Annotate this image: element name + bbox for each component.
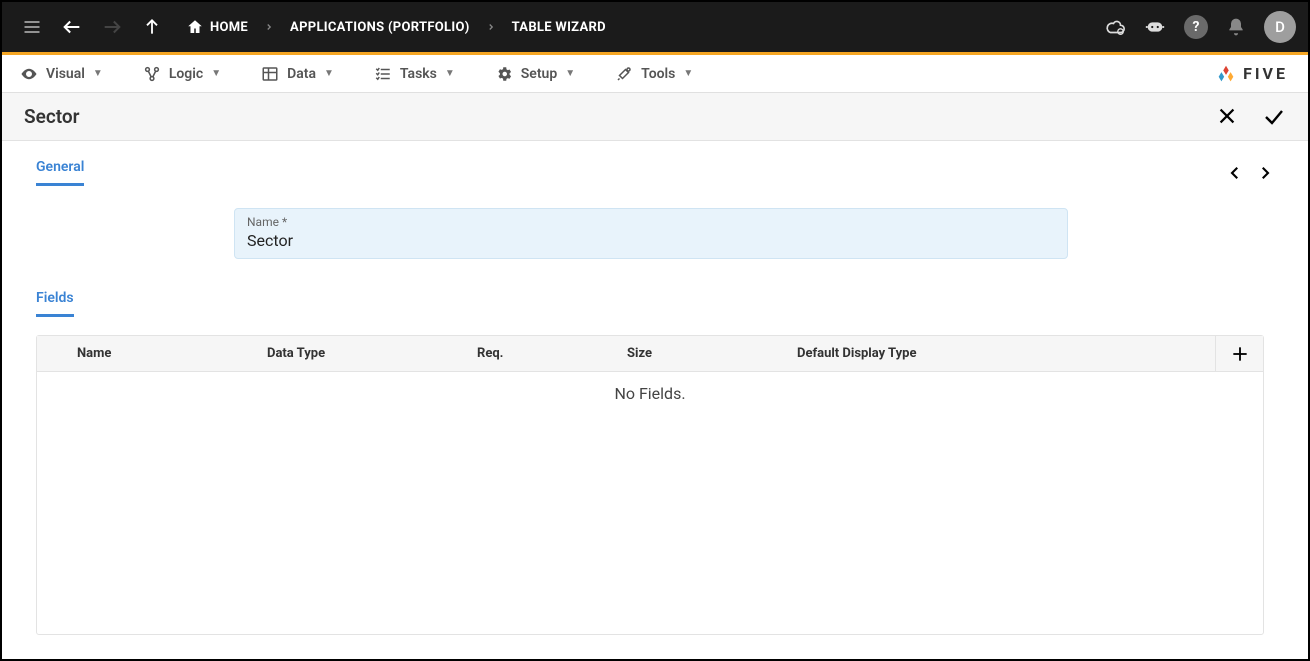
menu-data-label: Data — [287, 66, 316, 82]
tab-general[interactable]: General — [36, 159, 84, 186]
fields-table: Name Data Type Req. Size Default Display… — [36, 335, 1264, 635]
col-header-size: Size — [627, 346, 797, 361]
tab-general-label: General — [36, 159, 84, 175]
user-avatar[interactable]: D — [1264, 11, 1296, 43]
menu-tasks-label: Tasks — [400, 66, 437, 82]
tools-icon — [615, 65, 633, 83]
content-area: General Name * Sector Fields Name Data T… — [2, 141, 1308, 659]
general-form: Name * Sector — [36, 208, 1308, 259]
nav-forward-icon — [94, 9, 130, 45]
breadcrumb-home-label: HOME — [210, 20, 248, 35]
col-header-name: Name — [77, 346, 267, 361]
page-title-bar: Sector — [2, 93, 1308, 141]
menu-visual[interactable]: Visual ▼ — [20, 65, 103, 83]
breadcrumb-apps-label: APPLICATIONS (PORTFOLIO) — [290, 20, 470, 35]
col-header-req: Req. — [477, 346, 627, 361]
chevron-right-icon — [1256, 164, 1274, 182]
menu-setup[interactable]: Setup ▼ — [495, 65, 575, 83]
logic-icon — [143, 65, 161, 83]
chevron-down-icon: ▼ — [445, 68, 455, 79]
nav-up-icon[interactable] — [134, 9, 170, 45]
breadcrumb-tablewizard[interactable]: TABLE WIZARD — [504, 14, 614, 41]
col-header-datatype: Data Type — [267, 346, 477, 361]
menu-data[interactable]: Data ▼ — [261, 65, 334, 83]
brand-text: FIVE — [1243, 64, 1288, 83]
fields-empty-message: No Fields. — [37, 372, 1263, 403]
cloud-icon[interactable] — [1104, 16, 1126, 38]
name-field-value: Sector — [247, 231, 1055, 250]
hamburger-menu-icon[interactable] — [14, 9, 50, 45]
chevron-down-icon: ▼ — [324, 68, 334, 79]
chevron-down-icon: ▼ — [93, 68, 103, 79]
gear-icon — [495, 65, 513, 83]
chevron-left-icon — [1226, 164, 1244, 182]
confirm-button[interactable] — [1262, 105, 1286, 129]
name-field-label: Name * — [247, 215, 1055, 229]
menu-logic-label: Logic — [169, 66, 203, 82]
breadcrumb-home[interactable]: HOME — [178, 12, 256, 42]
fields-table-header: Name Data Type Req. Size Default Display… — [37, 336, 1263, 372]
menu-visual-label: Visual — [46, 66, 85, 82]
tasks-icon — [374, 65, 392, 83]
tab-fields-label: Fields — [36, 290, 74, 306]
breadcrumb-separator — [480, 22, 502, 32]
chat-bot-icon[interactable] — [1144, 16, 1166, 38]
table-icon — [261, 65, 279, 83]
help-icon[interactable]: ? — [1184, 15, 1208, 39]
menu-logic[interactable]: Logic ▼ — [143, 65, 221, 83]
menu-tasks[interactable]: Tasks ▼ — [374, 65, 455, 83]
name-field[interactable]: Name * Sector — [234, 208, 1068, 259]
col-header-display: Default Display Type — [797, 346, 1215, 361]
breadcrumb-separator — [258, 22, 280, 32]
top-bar: HOME APPLICATIONS (PORTFOLIO) TABLE WIZA… — [2, 2, 1308, 52]
close-icon — [1216, 105, 1238, 127]
home-icon — [186, 18, 204, 36]
chevron-down-icon: ▼ — [211, 68, 221, 79]
breadcrumb: HOME APPLICATIONS (PORTFOLIO) TABLE WIZA… — [178, 12, 614, 42]
tab-next-button[interactable] — [1256, 164, 1274, 182]
chevron-down-icon: ▼ — [565, 68, 575, 79]
tab-prev-button[interactable] — [1226, 164, 1244, 182]
page-title: Sector — [24, 105, 79, 128]
breadcrumb-applications[interactable]: APPLICATIONS (PORTFOLIO) — [282, 14, 478, 41]
brand-logo: FIVE — [1215, 63, 1288, 85]
menu-bar: Visual ▼ Logic ▼ Data ▼ Tasks ▼ Setup ▼ … — [2, 55, 1308, 93]
menu-setup-label: Setup — [521, 66, 557, 82]
eye-icon — [20, 65, 38, 83]
breadcrumb-wizard-label: TABLE WIZARD — [512, 20, 606, 35]
close-button[interactable] — [1216, 105, 1238, 129]
chevron-down-icon: ▼ — [683, 68, 693, 79]
menu-tools-label: Tools — [641, 66, 675, 82]
menu-tools[interactable]: Tools ▼ — [615, 65, 693, 83]
avatar-initial: D — [1275, 18, 1285, 36]
check-icon — [1262, 105, 1286, 129]
add-field-button[interactable] — [1215, 336, 1263, 372]
plus-icon — [1230, 344, 1250, 364]
notifications-icon[interactable] — [1226, 17, 1246, 37]
tab-fields[interactable]: Fields — [36, 290, 74, 317]
nav-back-icon[interactable] — [54, 9, 90, 45]
five-logo-icon — [1215, 63, 1237, 85]
